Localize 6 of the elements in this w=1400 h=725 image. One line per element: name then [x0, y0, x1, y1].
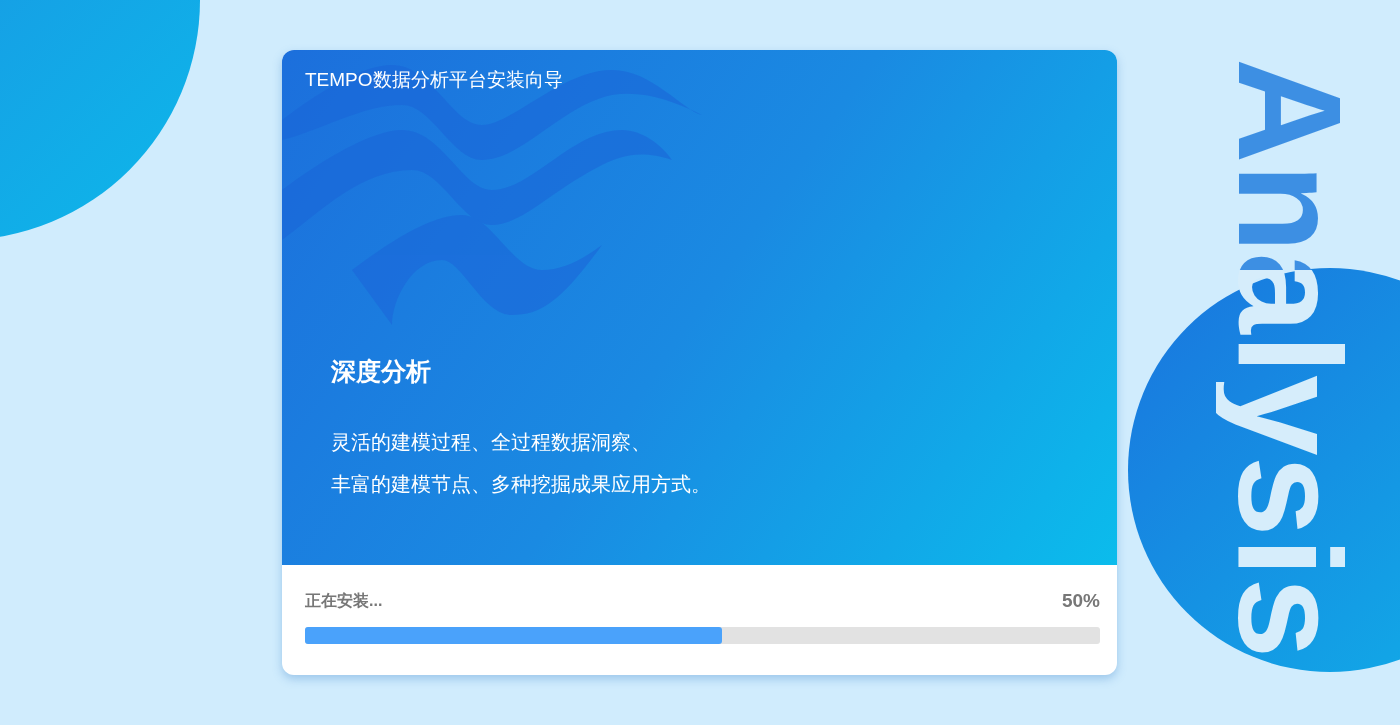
window-title: TEMPO数据分析平台安装向导 — [305, 68, 563, 92]
description-line: 灵活的建模过程、全过程数据洞察、 — [331, 430, 651, 455]
banner-heading: 深度分析 — [331, 356, 431, 387]
progress-label: 正在安装... — [305, 590, 383, 611]
progress-percent: 50% — [1061, 590, 1100, 612]
description-line: 丰富的建模节点、多种挖掘成果应用方式。 — [331, 472, 711, 497]
